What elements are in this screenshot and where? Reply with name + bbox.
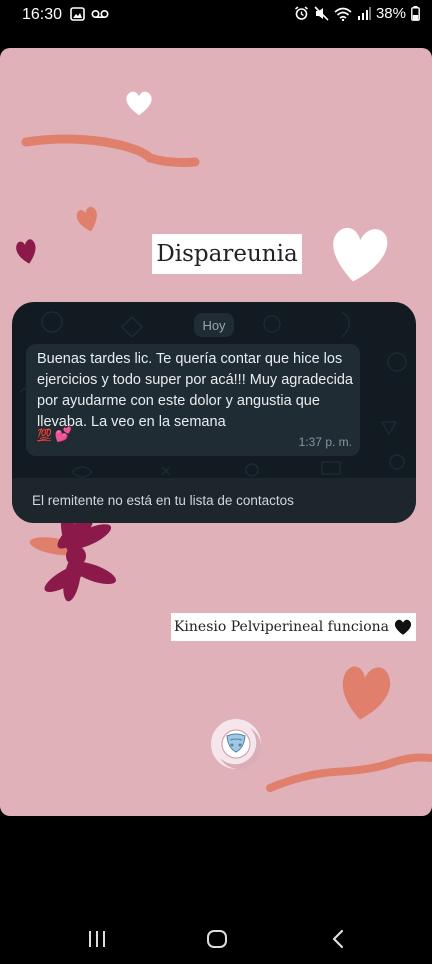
black-heart-icon <box>394 619 412 635</box>
story-caption: Kinesio Pelviperineal funciona <box>171 613 416 641</box>
caption-text: Kinesio Pelviperineal funciona <box>173 619 390 635</box>
back-button[interactable] <box>330 929 346 949</box>
story-card: Dispareunia Hoy Buenas tardes lic. Te qu… <box>0 48 432 816</box>
status-bar: 16:30 38% <box>0 0 432 32</box>
date-chip: Hoy <box>194 313 234 337</box>
wifi-icon <box>334 7 352 21</box>
message-time: 1:37 p. m. <box>298 435 352 449</box>
gallery-icon <box>70 7 85 21</box>
brush-stroke-bottom-decoration <box>266 753 432 792</box>
hundred-points-emoji: 💯 <box>37 428 52 442</box>
alarm-icon <box>295 6 308 20</box>
dark-heart-icon <box>16 239 36 264</box>
chat-screenshot: Hoy Buenas tardes lic. Te quería contar … <box>12 302 416 523</box>
voicemail-icon <box>91 9 109 19</box>
message-emojis: 💯 💕 <box>37 426 72 443</box>
battery-icon <box>411 6 420 21</box>
mute-icon <box>314 6 329 21</box>
signal-icon <box>357 7 371 20</box>
unknown-sender-notice: El remitente no está en tu lista de cont… <box>12 478 416 523</box>
battery-percent: 38% <box>375 5 406 22</box>
story-title: Dispareunia <box>152 234 302 274</box>
navigation-bar <box>0 900 432 964</box>
home-button[interactable] <box>206 929 228 949</box>
white-heart-icon <box>126 91 152 116</box>
brush-stroke-decoration <box>21 134 200 167</box>
flower-decoration <box>29 513 116 602</box>
recent-apps-button[interactable] <box>87 930 107 948</box>
two-hearts-emoji: 💕 <box>54 426 73 442</box>
orange-heart-icon <box>76 206 97 232</box>
status-time: 16:30 <box>22 6 63 23</box>
brand-logo <box>210 718 262 770</box>
message-text: Buenas tardes lic. Te quería contar que … <box>37 351 353 430</box>
large-white-heart-icon <box>333 227 388 282</box>
message-bubble: Buenas tardes lic. Te quería contar que … <box>26 344 360 456</box>
large-orange-heart-icon <box>342 666 390 720</box>
